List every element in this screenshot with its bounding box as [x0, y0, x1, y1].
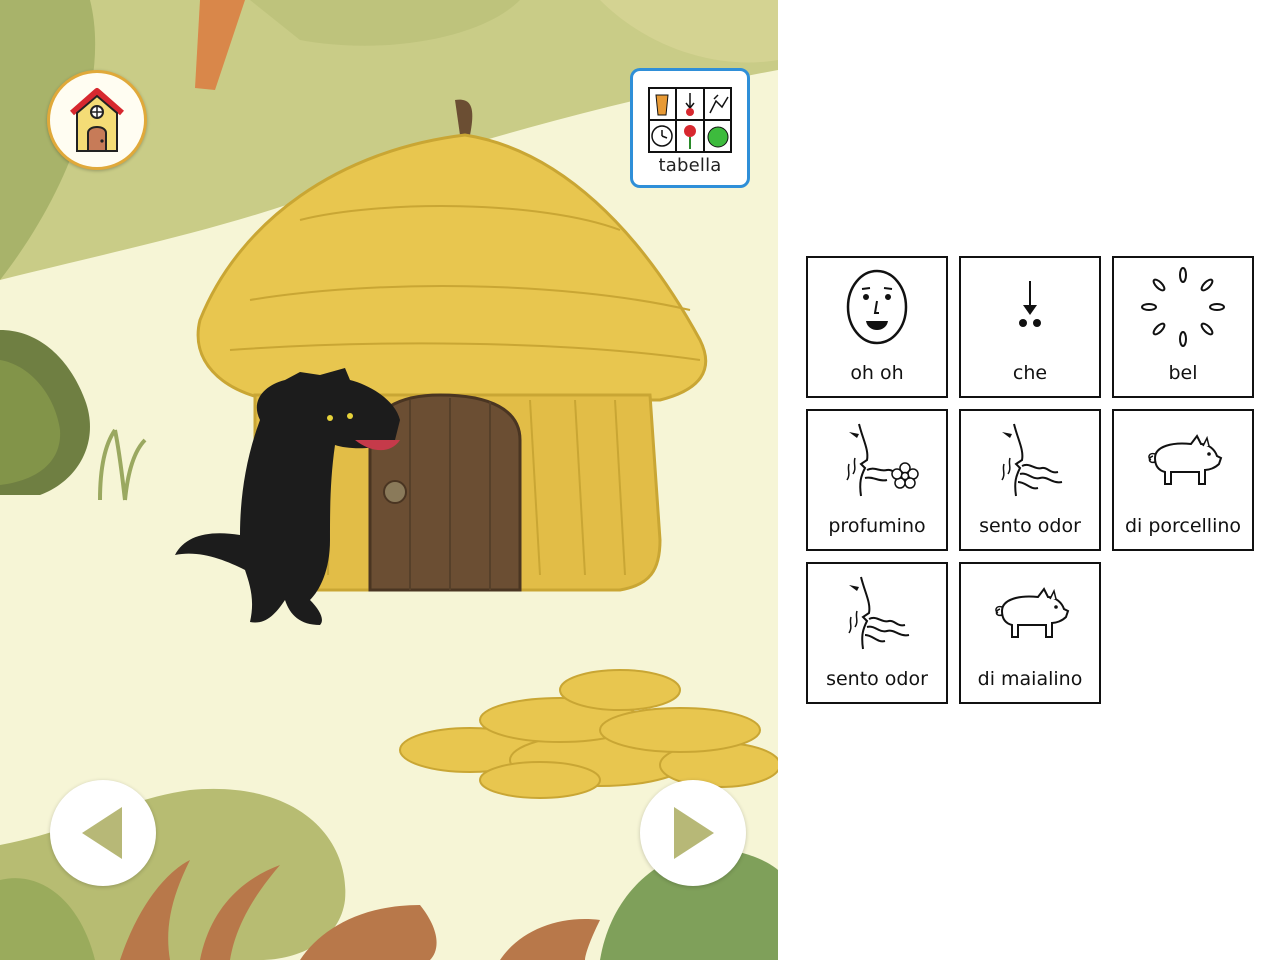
- symbol-label: di porcellino: [1124, 515, 1242, 537]
- pig-icon: [995, 587, 1070, 638]
- piglet-icon: [1148, 434, 1223, 485]
- tabella-label: tabella: [658, 155, 722, 176]
- symbol-label: che: [1012, 362, 1048, 384]
- symbol-grid: oh oh che bel profumino sento odor di po…: [806, 256, 1254, 704]
- symbol-card-sento-odor-1[interactable]: sento odor: [959, 409, 1101, 551]
- next-page-button[interactable]: [640, 780, 746, 886]
- smell-flower-icon: [846, 423, 919, 497]
- symbol-label: profumino: [828, 515, 926, 537]
- smell-icon: [1001, 423, 1063, 497]
- arrow-right-icon: [674, 807, 714, 859]
- sparkle-icon: [1141, 267, 1225, 347]
- story-scene: tabella: [0, 0, 778, 960]
- symbol-label: di maialino: [977, 668, 1083, 690]
- symbol-label: sento odor: [979, 515, 1081, 537]
- face-surprised-icon: [846, 269, 908, 345]
- smell-icon: [848, 576, 910, 650]
- house-icon: [70, 88, 124, 152]
- tabella-button[interactable]: tabella: [630, 68, 750, 188]
- symbol-label: bel: [1168, 362, 1198, 384]
- home-button[interactable]: [47, 70, 147, 170]
- symbol-card-di-porcellino[interactable]: di porcellino: [1112, 409, 1254, 551]
- symbol-card-bel[interactable]: bel: [1112, 256, 1254, 398]
- symbol-card-di-maialino[interactable]: di maialino: [959, 562, 1101, 704]
- previous-page-button[interactable]: [50, 780, 156, 886]
- symbol-card-profumino[interactable]: profumino: [806, 409, 948, 551]
- symbol-card-sento-odor-2[interactable]: sento odor: [806, 562, 948, 704]
- symbol-grid-icon: [648, 87, 732, 153]
- arrow-dots-icon: [1019, 281, 1041, 327]
- symbol-card-che[interactable]: che: [959, 256, 1101, 398]
- arrow-left-icon: [82, 807, 122, 859]
- symbol-label: oh oh: [850, 362, 904, 384]
- symbol-card-oh-oh[interactable]: oh oh: [806, 256, 948, 398]
- symbol-label: sento odor: [826, 668, 928, 690]
